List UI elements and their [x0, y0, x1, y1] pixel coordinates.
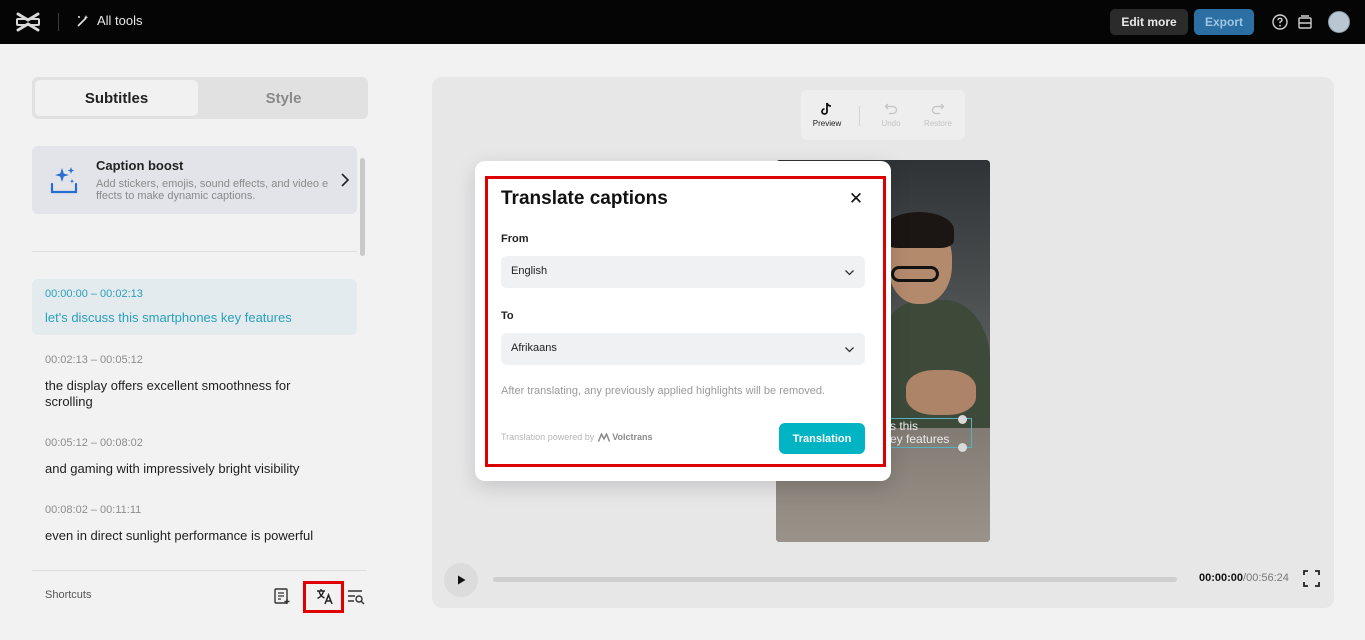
- chevron-right-icon: [341, 173, 350, 187]
- undo-icon: [884, 103, 898, 115]
- shortcuts-label: Shortcuts: [45, 589, 92, 601]
- caption-boost-description: Add stickers, emojis, sound effects, and…: [96, 178, 329, 202]
- toolbar-divider: [859, 106, 860, 126]
- storage-icon[interactable]: [1296, 13, 1314, 31]
- tiktok-icon: [821, 102, 832, 115]
- subtitle-item[interactable]: 00:02:13 – 00:05:12 the display offers e…: [32, 346, 357, 412]
- current-time: 00:00:00: [1199, 572, 1244, 584]
- translate-shortcut-highlight: [303, 581, 344, 613]
- all-tools-button[interactable]: All tools: [76, 13, 143, 28]
- subtitle-time: 00:02:13 – 00:05:12: [45, 354, 143, 366]
- subtitle-text[interactable]: the display offers excellent smoothness …: [45, 378, 335, 410]
- panel-tabs: Subtitles Style: [32, 77, 368, 119]
- tab-subtitles[interactable]: Subtitles: [35, 80, 198, 116]
- preview-toolbar: Preview Undo Restore: [801, 90, 965, 140]
- divider: [32, 570, 367, 571]
- subtitle-text[interactable]: and gaming with impressively bright visi…: [45, 461, 335, 477]
- all-tools-label: All tools: [97, 13, 143, 28]
- subtitle-time: 00:00:00 – 00:02:13: [45, 288, 143, 300]
- sparkle-icon: [50, 167, 78, 194]
- search-caption-icon[interactable]: [346, 586, 366, 606]
- preview-label: Preview: [812, 119, 842, 128]
- resize-handle[interactable]: [958, 443, 967, 452]
- resize-handle[interactable]: [958, 415, 967, 424]
- add-caption-icon[interactable]: [272, 586, 292, 606]
- undo-button[interactable]: Undo: [869, 102, 913, 128]
- export-button[interactable]: Export: [1194, 9, 1254, 35]
- help-icon[interactable]: [1271, 13, 1289, 31]
- video-person-glasses: [891, 266, 939, 282]
- video-person-hands: [906, 370, 976, 415]
- caption-boost-card[interactable]: Caption boost Add stickers, emojis, soun…: [32, 146, 357, 214]
- magic-wand-icon: [77, 14, 89, 27]
- play-button[interactable]: [444, 563, 478, 597]
- preview-button[interactable]: Preview: [805, 102, 849, 128]
- undo-label: Undo: [881, 119, 901, 128]
- restore-label: Restore: [923, 119, 952, 128]
- video-person-hair: [884, 212, 954, 248]
- progress-track[interactable]: [493, 577, 1177, 582]
- topbar-divider: [58, 13, 59, 31]
- video-caption-text: ss this key features: [884, 419, 950, 446]
- top-bar: All tools Edit more Export: [0, 0, 1365, 44]
- capcut-logo-icon[interactable]: [16, 11, 40, 33]
- subtitle-item[interactable]: 00:05:12 – 00:08:02 and gaming with impr…: [32, 429, 357, 481]
- playback-time: 00:00:00/00:56:24: [1199, 572, 1289, 584]
- dialog-highlight: [485, 176, 886, 467]
- restore-button[interactable]: Restore: [916, 102, 960, 128]
- fullscreen-icon[interactable]: [1303, 570, 1320, 587]
- tab-style[interactable]: Style: [202, 80, 365, 116]
- subtitle-time: 00:05:12 – 00:08:02: [45, 437, 143, 449]
- panel-scrollbar[interactable]: [360, 158, 365, 256]
- playback-bar: 00:00:00/00:56:24: [444, 562, 1324, 597]
- divider: [32, 251, 357, 252]
- subtitle-time: 00:08:02 – 00:11:11: [45, 504, 142, 516]
- subtitle-item[interactable]: 00:08:02 – 00:11:11 even in direct sunli…: [32, 496, 357, 548]
- subtitle-text[interactable]: let's discuss this smartphones key featu…: [45, 310, 335, 326]
- play-icon: [458, 575, 466, 585]
- subtitle-text[interactable]: even in direct sunlight performance is p…: [45, 528, 335, 544]
- subtitle-item[interactable]: 00:00:00 – 00:02:13 let's discuss this s…: [32, 279, 357, 335]
- redo-icon: [931, 103, 945, 115]
- edit-more-button[interactable]: Edit more: [1110, 9, 1188, 35]
- total-time: /00:56:24: [1243, 572, 1289, 584]
- avatar[interactable]: [1328, 11, 1350, 33]
- caption-boost-title: Caption boost: [96, 158, 184, 173]
